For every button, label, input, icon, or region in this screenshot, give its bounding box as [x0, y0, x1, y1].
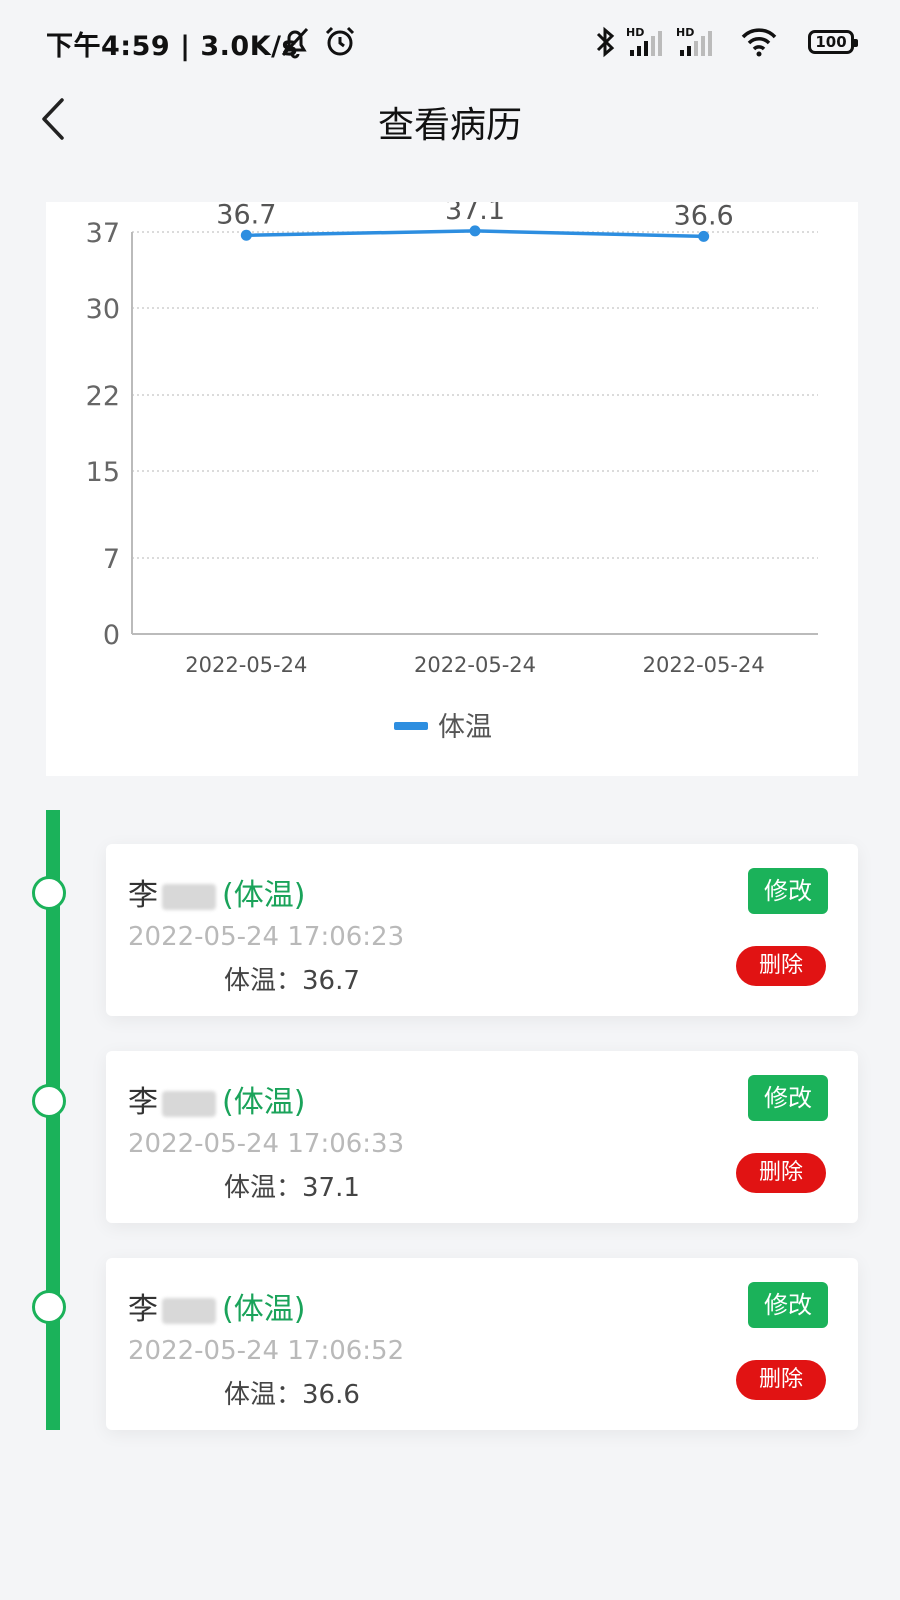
y-tick-label: 37 [86, 218, 120, 249]
record-type: (体温) [222, 1292, 306, 1327]
record-value: 体温：36.7 [224, 966, 360, 996]
data-point [469, 225, 481, 237]
record-value: 体温：36.6 [224, 1380, 360, 1410]
page-title: 查看病历 [377, 105, 522, 146]
x-tick-label: 2022-05-24 [643, 653, 765, 677]
record-card: 李 (体温) 2022-05-24 17:06:23 体温：36.7 修改 删除 [106, 844, 858, 1016]
data-point [240, 229, 252, 241]
x-tick-label: 2022-05-24 [414, 653, 536, 677]
header: 查看病历 [0, 88, 900, 188]
x-tick-label: 2022-05-24 [185, 653, 307, 677]
mute-icon [281, 27, 309, 59]
record-title: 李 (体温) [128, 1077, 305, 1121]
battery-icon: 100 [808, 30, 858, 54]
edit-button[interactable]: 修改 [748, 1282, 828, 1328]
svg-text:HD: HD [676, 26, 694, 39]
y-tick-label: 30 [86, 294, 120, 325]
data-label: 36.6 [674, 202, 734, 231]
legend-swatch [394, 722, 428, 730]
edit-button[interactable]: 修改 [748, 1075, 828, 1121]
alarm-icon [325, 26, 355, 56]
record-time: 2022-05-24 17:06:33 [128, 1129, 405, 1159]
y-tick-label: 0 [103, 620, 120, 651]
record-type: (体温) [222, 1085, 306, 1120]
patient-name: 李 [128, 1292, 158, 1327]
redacted-name [162, 1297, 216, 1324]
y-tick-label: 15 [86, 457, 120, 488]
data-label: 37.1 [445, 202, 505, 226]
legend-label: 体温 [438, 712, 492, 743]
hd-signal-icon: HD [676, 26, 712, 56]
record-type: (体温) [222, 878, 306, 913]
record-title: 李 (体温) [128, 870, 305, 914]
hd-signal-icon: HD [626, 26, 662, 56]
edit-button[interactable]: 修改 [748, 868, 828, 914]
timeline-node [32, 1084, 66, 1118]
status-separator: | [180, 31, 191, 62]
patient-name: 李 [128, 1085, 158, 1120]
record-card: 李 (体温) 2022-05-24 17:06:33 体温：37.1 修改 删除 [106, 1051, 858, 1223]
delete-button[interactable]: 删除 [736, 1153, 826, 1193]
data-point [698, 230, 710, 242]
delete-button[interactable]: 删除 [736, 1360, 826, 1400]
record-card: 李 (体温) 2022-05-24 17:06:52 体温：36.6 修改 删除 [106, 1258, 858, 1430]
record-title: 李 (体温) [128, 1284, 305, 1328]
timeline-node [32, 876, 66, 910]
status-time: 下午4:59 [46, 31, 171, 62]
status-text: 下午4:59 | 3.0K/s [46, 24, 298, 63]
svg-text:HD: HD [626, 26, 644, 39]
record-time: 2022-05-24 17:06:52 [128, 1336, 405, 1366]
y-tick-label: 22 [86, 381, 120, 412]
wifi-icon [741, 28, 777, 57]
redacted-name [162, 1090, 216, 1117]
data-label: 36.7 [216, 202, 276, 230]
patient-name: 李 [128, 878, 158, 913]
temperature-line-chart: 0 7 15 22 30 37 2022-05-24 2022-05-24 2022-05-24… [86, 202, 818, 743]
status-bar: 下午4:59 | 3.0K/s HD HD 100 [0, 0, 900, 88]
record-time: 2022-05-24 17:06:23 [128, 922, 405, 952]
bluetooth-icon [596, 26, 615, 58]
record-value: 体温：37.1 [224, 1173, 360, 1203]
delete-button[interactable]: 删除 [736, 946, 826, 986]
timeline-node [32, 1290, 66, 1324]
y-tick-label: 7 [103, 544, 120, 575]
chart-card: 0 7 15 22 30 37 2022-05-24 2022-05-24 2022-05-24… [46, 202, 858, 776]
redacted-name [162, 883, 216, 910]
